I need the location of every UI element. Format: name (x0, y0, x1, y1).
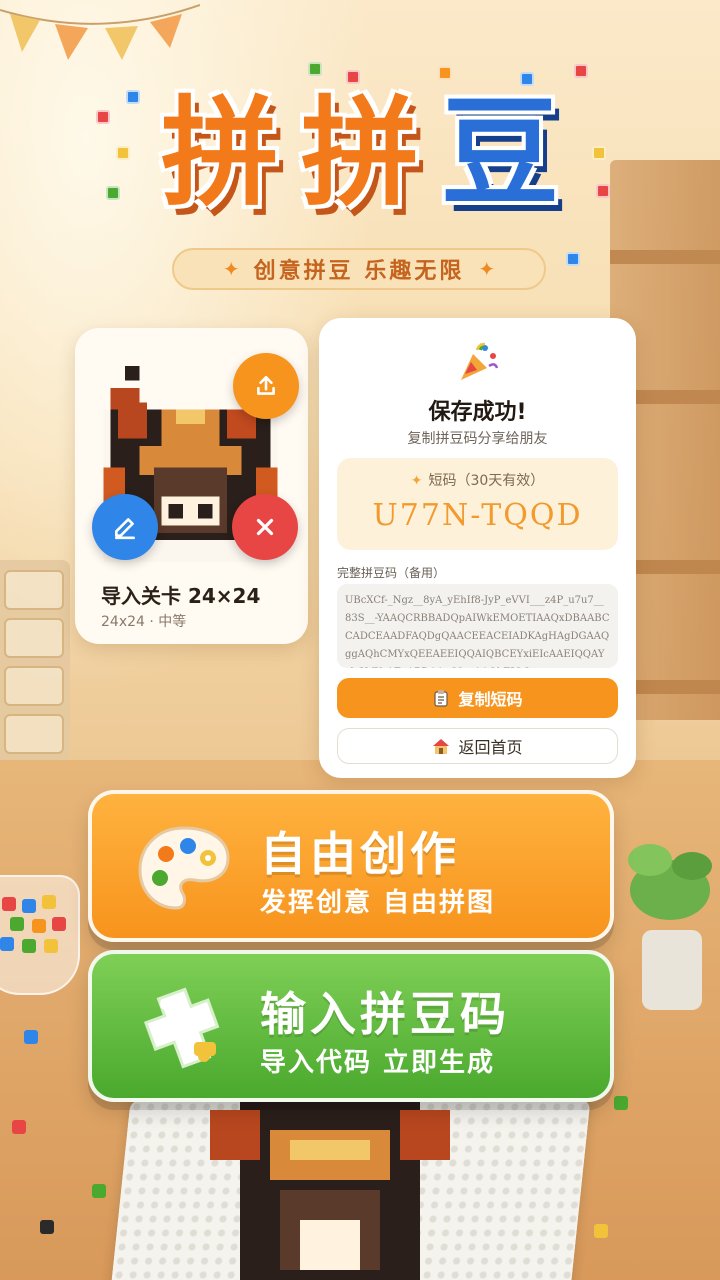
free-create-button[interactable]: 自由创作 发挥创意 自由拼图 (88, 790, 614, 942)
share-icon (257, 376, 275, 395)
back-home-button[interactable]: 返回首页 (337, 728, 618, 764)
dialog-title: 保存成功! (428, 400, 527, 425)
confetti-bead (438, 66, 452, 80)
logo-title: 拼 拼 豆 (151, 80, 569, 226)
full-code-field[interactable]: UBcXCf-_Ngz__8yA_yEhIf8-JyP_eVVI___z4P_u… (337, 584, 618, 668)
logo-char: 拼 (300, 84, 419, 222)
level-card[interactable]: 导入关卡 24×24 24x24 · 中等 (75, 328, 308, 644)
confetti-bead (96, 110, 110, 124)
edit-button[interactable] (92, 494, 158, 560)
free-create-title: 自由创作 (260, 827, 460, 881)
bead (614, 1096, 628, 1110)
bunting-decoration (0, 4, 200, 60)
delete-button[interactable] (232, 494, 298, 560)
confetti-bead (346, 70, 360, 84)
bead-bowl (0, 875, 80, 995)
short-code-label-row: ✦ 短码（30天有效） (337, 470, 618, 490)
confetti-bead (116, 146, 130, 160)
edit-icon (115, 518, 135, 540)
copy-code-button[interactable]: 复制短码 (337, 678, 618, 718)
clipboard-icon (434, 690, 449, 707)
confetti-bead (566, 252, 580, 266)
bead (12, 1120, 26, 1134)
potted-plant (628, 844, 712, 1010)
pixel-artwork (210, 1100, 450, 1280)
confetti-bead (596, 184, 610, 198)
bead (24, 1030, 38, 1044)
level-title: 导入关卡 24×24 (101, 584, 261, 608)
logo-char: 拼 (160, 84, 279, 222)
dialog-subtitle: 复制拼豆码分享给朋友 (407, 431, 548, 447)
logo-char: 豆 (441, 84, 560, 222)
tagline-text: 创意拼豆 乐趣无限 (253, 259, 465, 284)
puzzle-icon (143, 987, 220, 1069)
bead (92, 1184, 106, 1198)
back-home-label: 返回首页 (458, 738, 523, 757)
input-code-button[interactable]: 输入拼豆码 导入代码 立即生成 (88, 950, 614, 1102)
confetti-bead (308, 62, 322, 76)
storage-drawers (0, 560, 70, 760)
short-code-value[interactable]: U77N-TQQD (337, 498, 618, 533)
share-button[interactable] (233, 353, 299, 419)
input-code-subtitle: 导入代码 立即生成 (260, 1048, 496, 1078)
confetti-bead (574, 64, 588, 78)
confetti-bead (126, 90, 140, 104)
short-code-label: 短码（30天有效） (428, 473, 545, 489)
confetti-bead (592, 146, 606, 160)
party-popper-icon (457, 340, 501, 394)
sparkle-icon: ✦ (478, 257, 496, 281)
sparkle-icon: ✦ (410, 473, 423, 489)
bead (594, 1224, 608, 1238)
copy-code-label: 复制短码 (458, 690, 523, 709)
confetti-bead (520, 72, 534, 86)
sparkle-icon: ✦ (222, 257, 240, 281)
full-code-label: 完整拼豆码（备用） (337, 566, 446, 580)
bead (40, 1220, 54, 1234)
input-code-title: 输入拼豆码 (260, 987, 510, 1041)
short-code-box[interactable]: ✦ 短码（30天有效） U77N-TQQD (337, 458, 618, 550)
tagline-banner: ✦ 创意拼豆 乐趣无限 ✦ (172, 248, 546, 290)
app-logo: 拼 拼 豆 (0, 80, 720, 226)
close-icon (256, 518, 274, 536)
save-success-dialog: 保存成功! 复制拼豆码分享给朋友 ✦ 短码（30天有效） U77N-TQQD 完整… (319, 318, 636, 778)
palette-icon (138, 826, 230, 910)
home-icon (433, 739, 450, 754)
free-create-subtitle: 发挥创意 自由拼图 (260, 888, 496, 918)
confetti-bead (106, 186, 120, 200)
level-meta: 24x24 · 中等 (101, 614, 187, 630)
